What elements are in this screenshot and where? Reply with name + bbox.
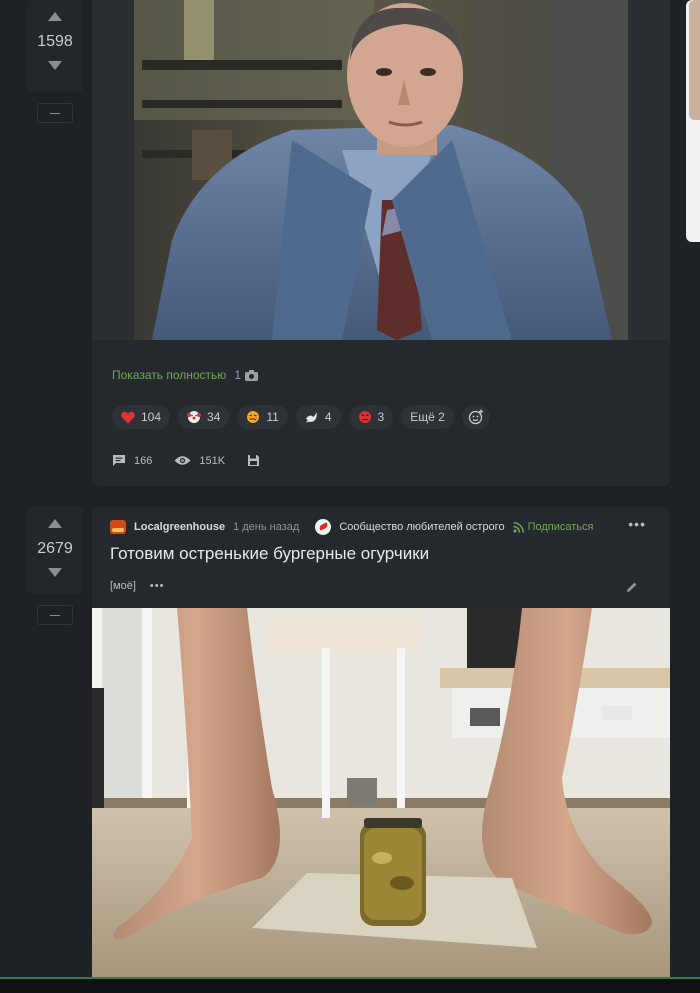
show-full-label: Показать полностью <box>112 368 227 382</box>
collapse-button[interactable] <box>37 103 73 123</box>
dove-icon <box>305 410 319 424</box>
reactions-bar: 104 34 11 4 3 Ещё 2 <box>112 405 490 429</box>
post-title[interactable]: Готовим остренькие бургерные огурчики <box>110 544 429 564</box>
reaction-count: 3 <box>377 410 385 424</box>
more-reactions-label: Ещё 2 <box>410 410 445 424</box>
camera-icon <box>245 369 258 381</box>
reaction-count: 11 <box>266 410 279 424</box>
sidebar-promo-card[interactable] <box>686 0 700 242</box>
edit-pencil-icon[interactable] <box>626 581 638 593</box>
post-card: Показать полностью 1 104 34 11 4 3 Ещё 2 <box>92 0 670 486</box>
community-logo-icon[interactable] <box>315 519 332 535</box>
post-card: Localgreenhouse 1 день назад Сообщество … <box>92 507 670 977</box>
reaction-clown[interactable]: 34 <box>178 405 230 429</box>
post-menu-dots-icon[interactable]: ••• <box>628 516 646 532</box>
bottom-bar <box>0 977 700 993</box>
comments-button[interactable]: 166 <box>112 454 152 467</box>
upvote-arrow-icon[interactable] <box>48 519 62 528</box>
promo-image <box>689 0 700 120</box>
subscribe-button[interactable]: Подписаться <box>512 521 594 533</box>
subscribe-label: Подписаться <box>527 521 594 533</box>
reaction-angry[interactable]: 3 <box>348 405 394 429</box>
eye-icon <box>174 456 191 465</box>
post-image[interactable] <box>92 608 670 977</box>
comment-icon <box>113 455 125 466</box>
post-score: 2679 <box>37 540 73 557</box>
post-stats: 166 151K <box>112 454 260 467</box>
upvote-arrow-icon[interactable] <box>48 12 62 21</box>
reaction-count: 4 <box>324 410 332 424</box>
more-tags-dots-icon[interactable]: ••• <box>150 580 165 592</box>
views-count: 151K <box>199 454 226 467</box>
author-avatar[interactable] <box>110 520 126 534</box>
post-header: Localgreenhouse 1 день назад Сообщество … <box>110 519 593 535</box>
add-reaction-button[interactable] <box>461 405 490 429</box>
photo-count-value: 1 <box>234 368 241 382</box>
views-stat: 151K <box>174 454 225 467</box>
downvote-arrow-icon[interactable] <box>48 61 62 70</box>
community-name[interactable]: Сообщество любителей острого <box>339 521 504 533</box>
minus-icon <box>50 614 60 616</box>
author-name[interactable]: Localgreenhouse <box>134 521 225 533</box>
reaction-count: 34 <box>207 410 221 424</box>
heart-icon <box>121 410 135 424</box>
woozy-face-icon <box>246 410 260 424</box>
post-time: 1 день назад <box>233 521 300 533</box>
vote-rail: 2679 <box>27 507 83 593</box>
tag-mine[interactable]: [моё] <box>110 580 136 592</box>
post-score: 1598 <box>37 33 73 50</box>
feet-jar-photo <box>92 608 670 977</box>
comments-count: 166 <box>134 454 153 467</box>
reaction-woozy[interactable]: 11 <box>237 405 288 429</box>
show-full-link[interactable]: Показать полностью 1 <box>112 368 258 382</box>
save-button[interactable] <box>247 454 260 467</box>
photo-count: 1 <box>234 368 258 382</box>
reaction-count: 104 <box>141 410 162 424</box>
post-image[interactable] <box>92 0 670 340</box>
tags-row: [моё] ••• <box>110 580 164 592</box>
reaction-heart[interactable]: 104 <box>112 405 171 429</box>
minus-icon <box>50 112 60 114</box>
reaction-dove[interactable]: 4 <box>295 405 341 429</box>
downvote-arrow-icon[interactable] <box>48 568 62 577</box>
collapse-button[interactable] <box>37 605 73 625</box>
rss-icon <box>512 521 524 533</box>
more-reactions-button[interactable]: Ещё 2 <box>401 405 454 429</box>
angry-face-icon <box>358 410 372 424</box>
save-icon <box>248 455 260 466</box>
portrait-photo <box>92 0 670 340</box>
clown-face-icon <box>187 410 202 424</box>
vote-rail: 1598 <box>27 0 83 92</box>
add-emoji-icon <box>468 409 483 425</box>
